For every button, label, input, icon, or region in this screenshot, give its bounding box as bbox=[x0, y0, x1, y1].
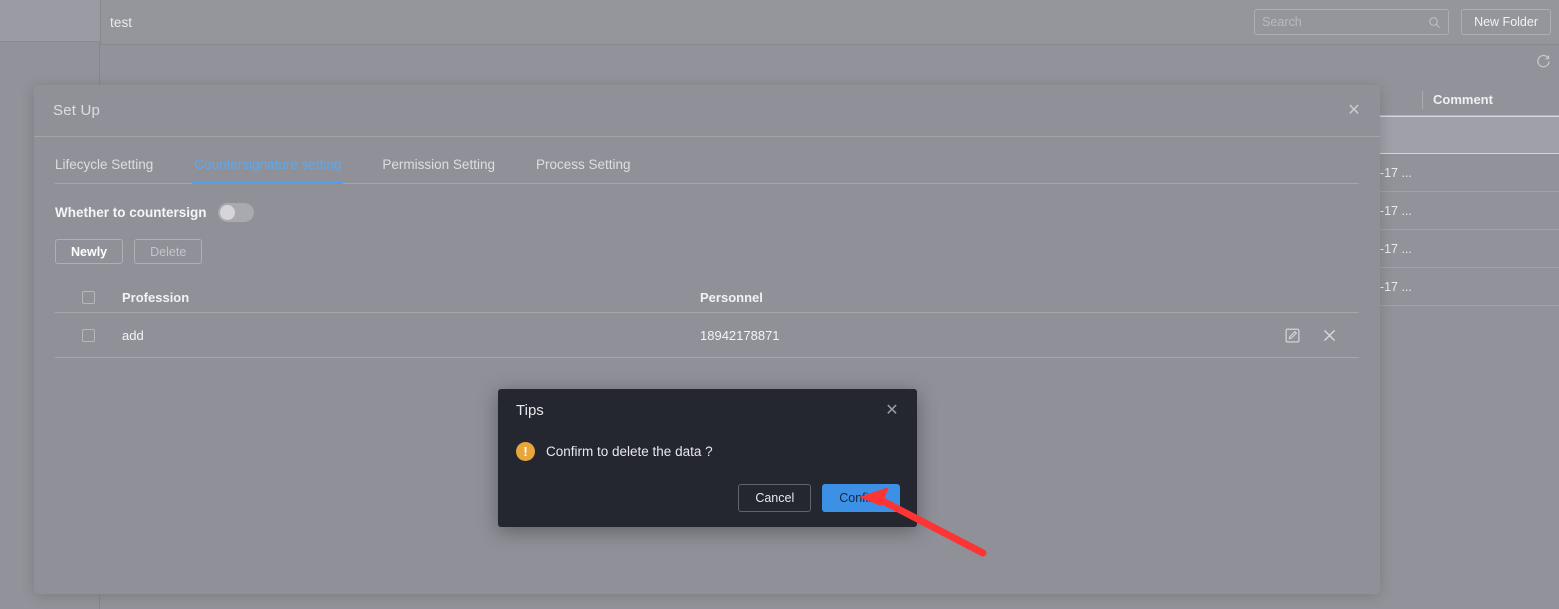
countersign-label: Whether to countersign bbox=[55, 205, 207, 220]
tab-process-setting[interactable]: Process Setting bbox=[536, 157, 631, 183]
toggle-knob bbox=[219, 205, 235, 220]
delete-button[interactable]: Delete bbox=[134, 239, 203, 264]
confirm-button[interactable]: Confirm bbox=[822, 484, 900, 512]
search-input[interactable] bbox=[1262, 15, 1429, 29]
top-bar-actions: New Folder bbox=[1254, 9, 1559, 35]
new-folder-button[interactable]: New Folder bbox=[1461, 9, 1551, 35]
refresh-icon[interactable] bbox=[1536, 54, 1551, 69]
tab-permission-setting[interactable]: Permission Setting bbox=[382, 157, 495, 183]
tips-modal-title: Tips bbox=[516, 401, 544, 419]
countersign-toggle[interactable] bbox=[217, 203, 254, 222]
screen: test New Folder ked In bbox=[0, 0, 1559, 609]
tips-modal-body: ! Confirm to delete the data ? bbox=[498, 431, 917, 471]
newly-button[interactable]: Newly bbox=[55, 239, 124, 264]
search-box[interactable] bbox=[1254, 9, 1450, 35]
setup-dialog-body: Lifecycle Setting Countersignature setti… bbox=[34, 137, 1380, 358]
search-icon bbox=[1429, 16, 1440, 28]
close-icon[interactable] bbox=[1322, 328, 1337, 343]
breadcrumb-title: test bbox=[110, 14, 133, 30]
close-icon[interactable]: ✕ bbox=[1344, 101, 1364, 121]
countersign-setting-row: Whether to countersign bbox=[55, 203, 1359, 222]
table-row[interactable]: add 18942178871 bbox=[55, 313, 1359, 358]
tips-modal: Tips ✕ ! Confirm to delete the data ? Ca… bbox=[498, 389, 917, 527]
tips-modal-header: Tips ✕ bbox=[498, 389, 917, 431]
cell-personnel: 18942178871 bbox=[700, 327, 780, 343]
row-actions bbox=[1239, 328, 1359, 343]
cell-profession: add bbox=[122, 327, 144, 343]
warning-icon: ! bbox=[516, 441, 535, 461]
countersign-table: Profession Personnel add 18942178871 bbox=[55, 283, 1359, 358]
column-header-personnel: Personnel bbox=[700, 290, 763, 305]
edit-icon[interactable] bbox=[1285, 328, 1300, 343]
setup-dialog-header: Set Up ✕ bbox=[34, 85, 1380, 137]
setup-dialog-title: Set Up bbox=[53, 102, 101, 119]
row-select-cell bbox=[55, 328, 122, 342]
table-action-buttons: Newly Delete bbox=[55, 239, 1359, 264]
table-header-row: Profession Personnel bbox=[55, 283, 1359, 313]
cancel-button[interactable]: Cancel bbox=[738, 484, 812, 512]
tips-message: Confirm to delete the data ? bbox=[546, 443, 713, 459]
tab-countersignature-setting[interactable]: Countersignature setting bbox=[192, 157, 344, 184]
sidebar-header-panel bbox=[0, 0, 100, 42]
select-all-cell bbox=[55, 291, 122, 304]
column-header-comment: Comment bbox=[1422, 90, 1532, 109]
column-header-profession: Profession bbox=[122, 290, 190, 305]
close-icon[interactable]: ✕ bbox=[883, 401, 901, 419]
tab-lifecycle-setting[interactable]: Lifecycle Setting bbox=[55, 157, 153, 183]
tab-bar: Lifecycle Setting Countersignature setti… bbox=[55, 137, 1359, 184]
select-all-checkbox[interactable] bbox=[82, 291, 95, 304]
top-bar: test New Folder bbox=[100, 0, 1559, 45]
row-checkbox[interactable] bbox=[82, 328, 95, 342]
tips-modal-footer: Cancel Confirm bbox=[498, 471, 917, 512]
toolbar-row bbox=[100, 45, 1559, 77]
